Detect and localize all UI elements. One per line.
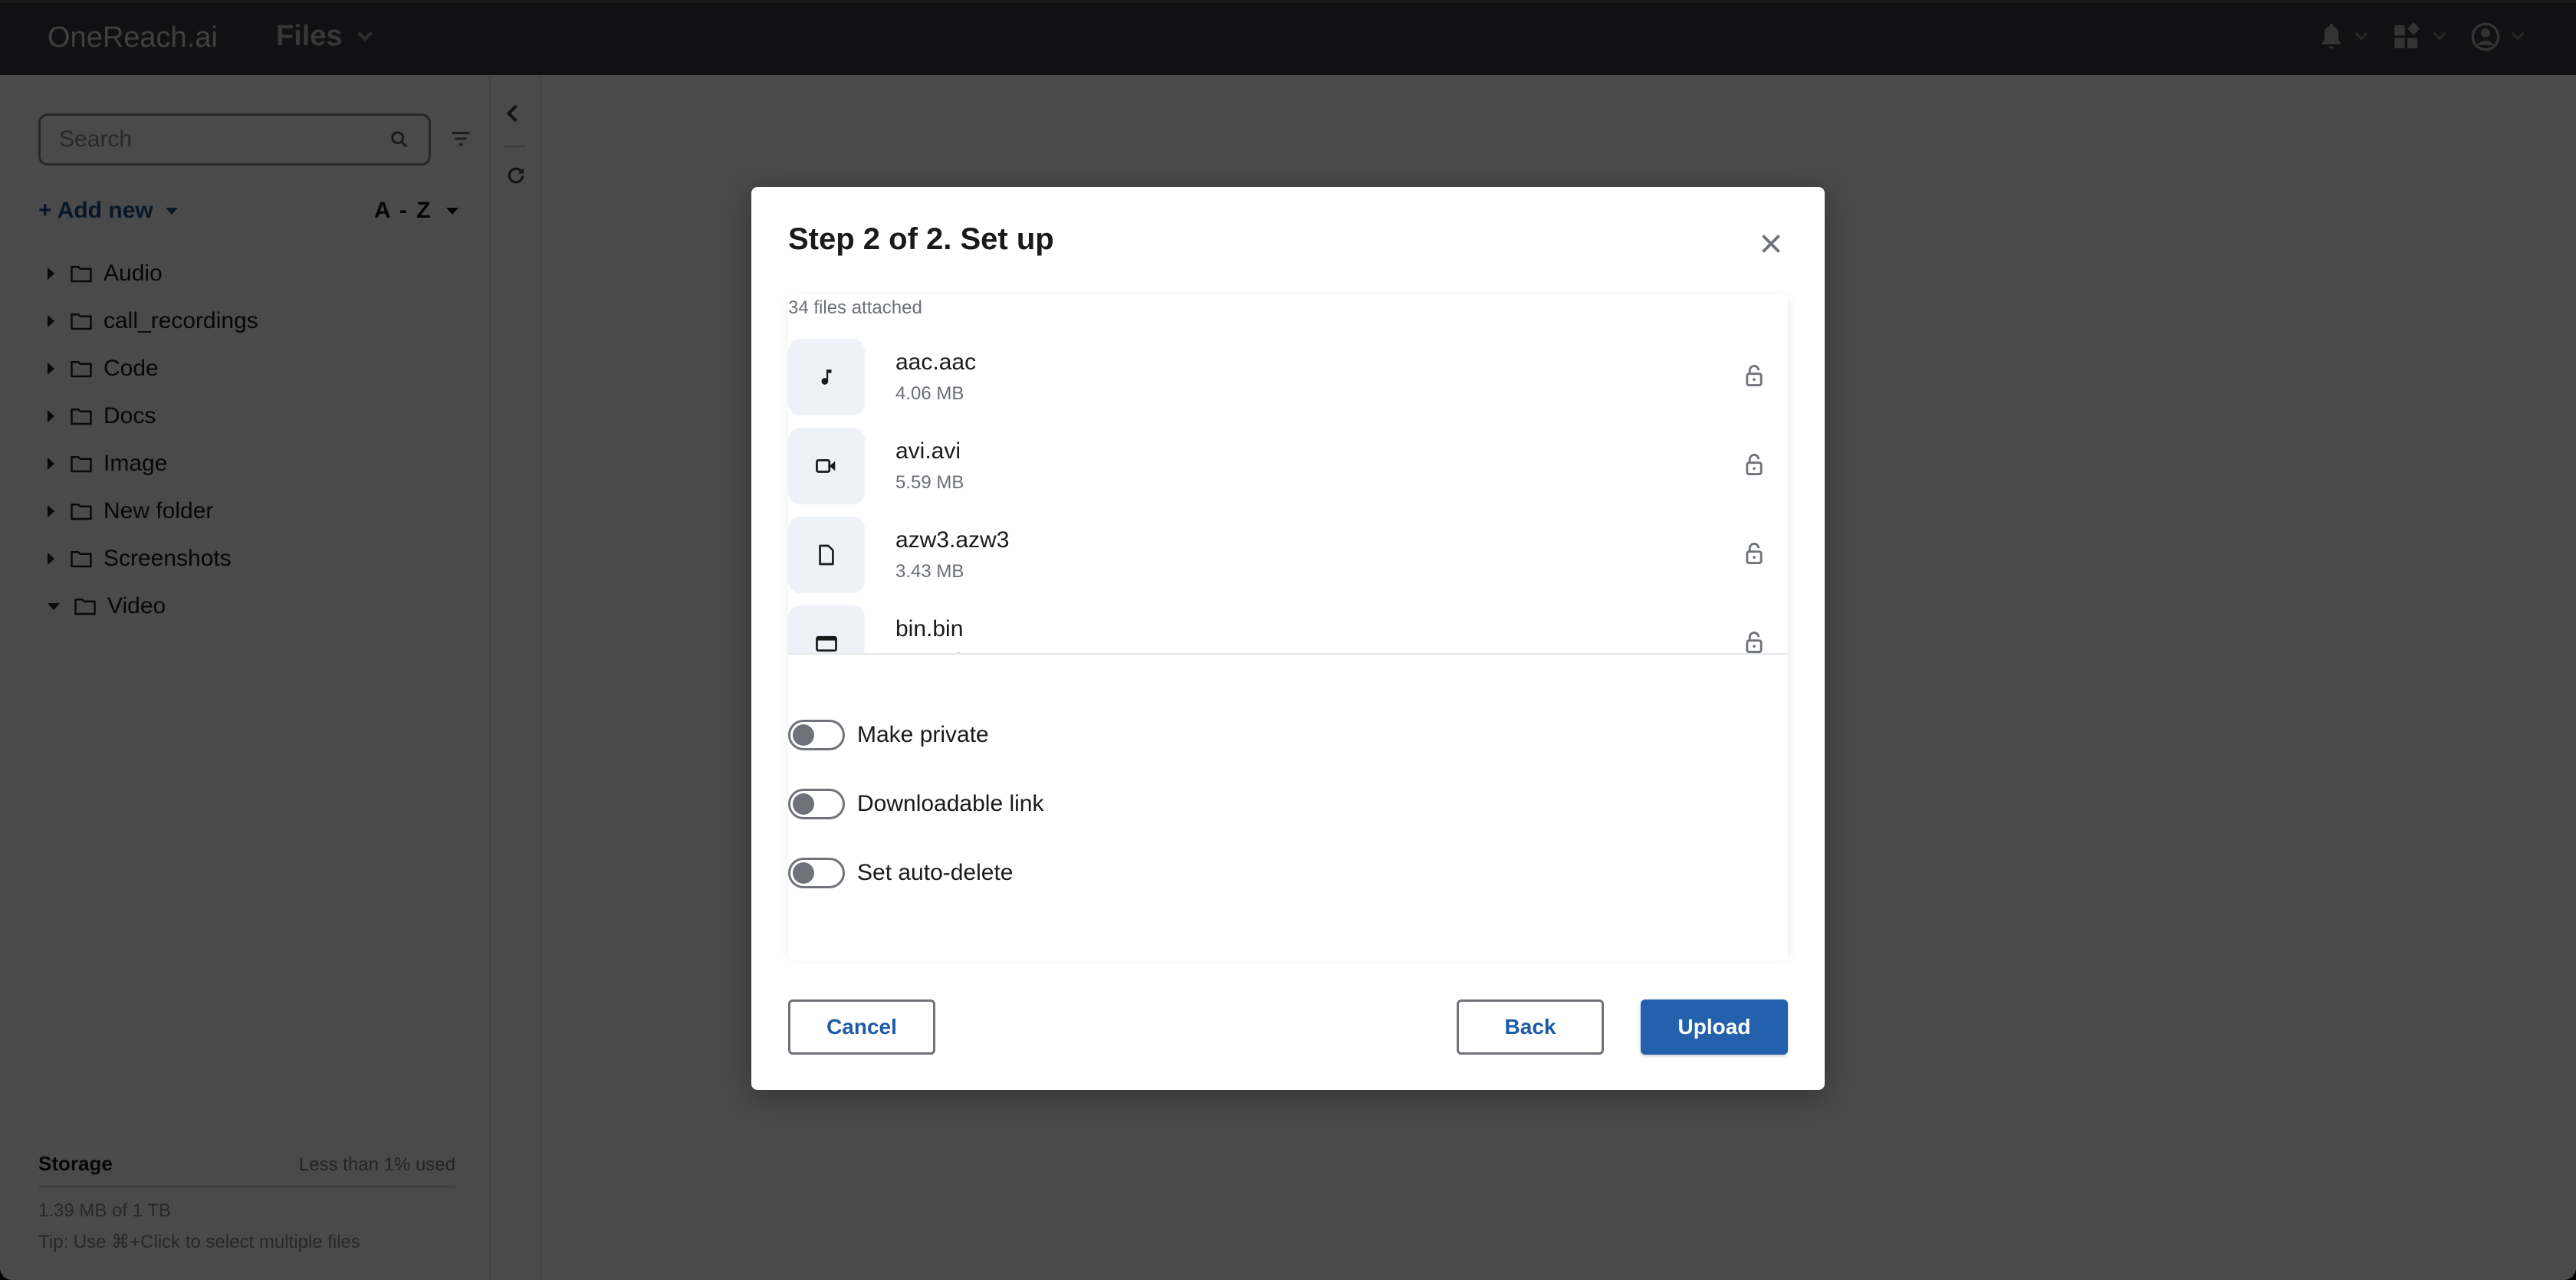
file-item: aac.aac 4.06 MB xyxy=(788,333,1788,422)
file-info: avi.avi 5.59 MB xyxy=(895,438,964,494)
file-item: bin.bin 252.54 kB xyxy=(788,599,1788,655)
make-private-toggle[interactable] xyxy=(788,720,845,750)
file-thumbnail xyxy=(788,517,865,593)
close-icon[interactable] xyxy=(1757,230,1785,258)
video-camera-icon xyxy=(816,459,836,473)
toggle-label: Downloadable link xyxy=(857,791,1044,816)
file-name: bin.bin xyxy=(895,616,964,642)
upload-options: Make private Downloadable link Set auto-… xyxy=(788,701,1044,907)
toggle-knob xyxy=(793,724,814,746)
file-info: aac.aac 4.06 MB xyxy=(895,350,976,405)
unlocked-icon[interactable] xyxy=(1743,452,1765,477)
back-button[interactable]: Back xyxy=(1457,999,1604,1055)
downloadable-link-toggle[interactable] xyxy=(788,789,845,819)
file-name: avi.avi xyxy=(895,438,961,464)
toggle-knob xyxy=(793,862,814,884)
upload-button[interactable]: Upload xyxy=(1641,999,1788,1055)
unlocked-icon[interactable] xyxy=(1743,541,1765,566)
file-thumbnail xyxy=(788,339,865,415)
file-name: azw3.azw3 xyxy=(895,527,1010,553)
file-thumbnail xyxy=(788,606,865,653)
file-size: 3.43 MB xyxy=(895,561,964,582)
unlocked-icon[interactable] xyxy=(1743,630,1765,655)
file-item: azw3.azw3 3.43 MB xyxy=(788,510,1788,599)
upload-setup-dialog: Step 2 of 2. Set up 34 files attached aa… xyxy=(751,187,1825,1090)
file-info: bin.bin 252.54 kB xyxy=(895,616,978,653)
file-size: 4.06 MB xyxy=(895,383,964,404)
document-icon xyxy=(819,544,834,566)
toggle-label: Make private xyxy=(857,722,989,747)
files-count: 34 files attached xyxy=(788,297,922,318)
toggle-knob xyxy=(793,793,814,815)
option-auto-delete: Set auto-delete xyxy=(788,839,1044,907)
file-info: azw3.azw3 3.43 MB xyxy=(895,527,1009,583)
cancel-button[interactable]: Cancel xyxy=(788,999,935,1055)
file-list[interactable]: aac.aac 4.06 MB avi.avi 5.59 MB azw3.azw… xyxy=(788,333,1788,655)
option-make-private: Make private xyxy=(788,701,1044,770)
music-note-icon xyxy=(821,369,832,385)
file-size: 5.59 MB xyxy=(895,472,964,493)
window-icon xyxy=(816,635,837,652)
toggle-label: Set auto-delete xyxy=(857,860,1014,885)
option-downloadable-link: Downloadable link xyxy=(788,770,1044,839)
dialog-body: 34 files attached aac.aac 4.06 MB avi.av… xyxy=(788,294,1788,961)
file-item: avi.avi 5.59 MB xyxy=(788,422,1788,510)
dialog-title: Step 2 of 2. Set up xyxy=(788,222,1054,256)
auto-delete-toggle[interactable] xyxy=(788,858,845,888)
file-thumbnail xyxy=(788,428,865,504)
file-name: aac.aac xyxy=(895,350,977,375)
dialog-footer: Cancel Back Upload xyxy=(788,999,1788,1055)
unlocked-icon[interactable] xyxy=(1743,363,1765,388)
file-size: 252.54 kB xyxy=(895,650,978,653)
